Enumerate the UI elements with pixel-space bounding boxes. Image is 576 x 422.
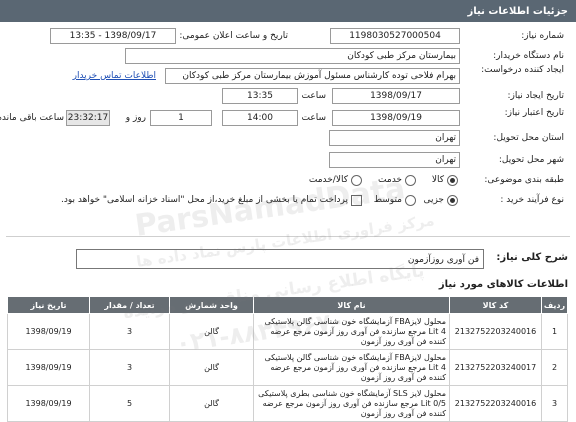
table-row: 3 2132752203240016 محلول لایز SLS آزمایش… <box>7 385 568 422</box>
table-row: 1 2132752203240016 محلول لایزFBA آزمایشگ… <box>7 313 568 350</box>
cell-need-date: 1398/09/19 <box>7 313 90 350</box>
purchase-type-label: نوع فرآیند خرید : <box>500 195 564 205</box>
col-unit: واحد شمارش <box>169 296 254 314</box>
purchase-option-medium[interactable]: متوسط <box>374 192 416 208</box>
cell-row-number: 1 <box>541 313 568 350</box>
cell-item-name: محلول لایزFBA آزمایشگاه خون شناسی گالن پ… <box>253 349 450 386</box>
created-time-label: ساعت <box>301 91 327 101</box>
page-header: جزئیات اطلاعات نیاز <box>0 0 576 22</box>
table-row: 2 2132752203240017 محلول لایزFBA آزمایشگ… <box>7 349 568 386</box>
row-province: استان محل تحویل: تهران <box>0 130 576 146</box>
remaining-time-field: 23:32:17 <box>66 110 110 126</box>
cell-item-code: 2132752203240017 <box>449 349 542 386</box>
created-date-label: تاریخ ایجاد نیاز: <box>507 91 564 101</box>
city-field: تهران <box>329 152 460 168</box>
created-date-field: 1398/09/17 <box>332 88 460 104</box>
buyer-org-label: نام دستگاه خریدار: <box>493 51 564 61</box>
radio-service-icon[interactable] <box>405 174 416 186</box>
cell-row-number: 2 <box>541 349 568 386</box>
category-option-goods-service[interactable]: کالا/خدمت <box>309 172 362 188</box>
row-requester: ایجاد کننده درخواست: بهرام فلاحی توده کا… <box>0 65 576 84</box>
cell-quantity: 5 <box>89 385 170 422</box>
cell-item-code: 2132752203240016 <box>449 313 542 350</box>
radio-medium-icon[interactable] <box>405 194 416 206</box>
page-title: جزئیات اطلاعات نیاز <box>467 5 568 17</box>
valid-until-time-field: 14:00 <box>222 110 298 126</box>
city-label: شهر محل تحویل: <box>498 155 564 165</box>
created-time-field: 13:35 <box>222 88 298 104</box>
province-field: تهران <box>329 130 460 146</box>
requester-label: ایجاد کننده درخواست: <box>481 65 564 75</box>
col-item-name: نام کالا <box>253 296 450 314</box>
row-purchase-type: نوع فرآیند خرید : جزیی متوسط پرداخت تمام… <box>0 192 576 208</box>
need-details-page: جزئیات اطلاعات نیاز شماره نیاز: 11980305… <box>0 0 576 422</box>
remaining-time-label: ساعت باقی مانده <box>0 113 64 123</box>
cell-need-date: 1398/09/19 <box>7 385 90 422</box>
col-item-code: کد کالا <box>449 296 542 314</box>
announce-datetime-field: 1398/09/17 - 13:35 <box>50 28 176 44</box>
radio-goods-service-icon[interactable] <box>351 174 362 186</box>
row-valid-until: تاریخ اعتبار نیاز: 1398/09/19 ساعت 14:00… <box>0 108 576 126</box>
valid-until-label: تاریخ اعتبار نیاز: <box>504 108 564 118</box>
description-title: شرح کلی نیاز: <box>496 252 568 263</box>
description-field: فن آوری روزآزمون <box>76 249 484 269</box>
treasury-note-option[interactable]: پرداخت تمام یا بخشی از مبلغ خرید،از محل … <box>61 192 362 208</box>
radio-goods-icon[interactable] <box>447 174 458 186</box>
items-section-title: اطلاعات کالاهای مورد نیاز <box>438 279 568 290</box>
section-divider <box>6 236 570 237</box>
announce-datetime-label: تاریخ و ساعت اعلان عمومی: <box>179 31 288 41</box>
cell-need-date: 1398/09/19 <box>7 349 90 386</box>
need-form: شماره نیاز: 1198030527000504 تاریخ و ساع… <box>0 24 576 234</box>
cell-item-name: محلول لایز SLS آزمایشگاه خون شناسی بطری … <box>253 385 450 422</box>
col-need-date: تاریخ نیاز <box>7 296 90 314</box>
cell-unit: گالن <box>169 349 254 386</box>
need-number-label: شماره نیاز: <box>521 31 564 41</box>
subject-category-label: طبقه بندی موضوعی: <box>484 175 564 185</box>
buyer-org-field: بیمارستان مرکز طبی کودکان <box>125 48 460 64</box>
items-table: ردیف کد کالا نام کالا واحد شمارش تعداد /… <box>7 296 568 422</box>
need-number-field: 1198030527000504 <box>330 28 460 44</box>
requester-field: بهرام فلاحی توده کارشناس مسئول آموزش بیم… <box>165 68 460 84</box>
checkbox-icon[interactable] <box>351 194 362 206</box>
cell-quantity: 3 <box>89 349 170 386</box>
cell-quantity: 3 <box>89 313 170 350</box>
row-buyer-org: نام دستگاه خریدار: بیمارستان مرکز طبی کو… <box>0 48 576 64</box>
cell-row-number: 3 <box>541 385 568 422</box>
col-quantity: تعداد / مقدار <box>89 296 170 314</box>
category-option-goods[interactable]: کالا <box>432 172 458 188</box>
col-row-number: ردیف <box>541 296 568 314</box>
purchase-option-minor[interactable]: جزیی <box>423 192 458 208</box>
table-header-row: ردیف کد کالا نام کالا واحد شمارش تعداد /… <box>7 296 568 314</box>
days-remaining-field: 1 <box>150 110 212 126</box>
cell-item-code: 2132752203240016 <box>449 385 542 422</box>
row-created-date: تاریخ ایجاد نیاز: 1398/09/17 ساعت 13:35 <box>0 88 576 104</box>
category-option-service[interactable]: خدمت <box>378 172 416 188</box>
row-city: شهر محل تحویل: تهران <box>0 152 576 168</box>
cell-item-name: محلول لایزFBA آزمایشگاه خون شناسی گالن پ… <box>253 313 450 350</box>
row-need-number: شماره نیاز: 1198030527000504 تاریخ و ساع… <box>0 28 576 44</box>
cell-unit: گالن <box>169 385 254 422</box>
valid-until-time-label: ساعت <box>301 113 327 123</box>
days-label: روز و <box>125 113 146 123</box>
row-subject-category: طبقه بندی موضوعی: کالا خدمت کالا/خدمت <box>0 172 576 188</box>
cell-unit: گالن <box>169 313 254 350</box>
buyer-contact-link[interactable]: اطلاعات تماس خریدار <box>73 68 156 84</box>
valid-until-date-field: 1398/09/19 <box>332 110 460 126</box>
radio-minor-icon[interactable] <box>447 194 458 206</box>
province-label: استان محل تحویل: <box>493 133 564 143</box>
